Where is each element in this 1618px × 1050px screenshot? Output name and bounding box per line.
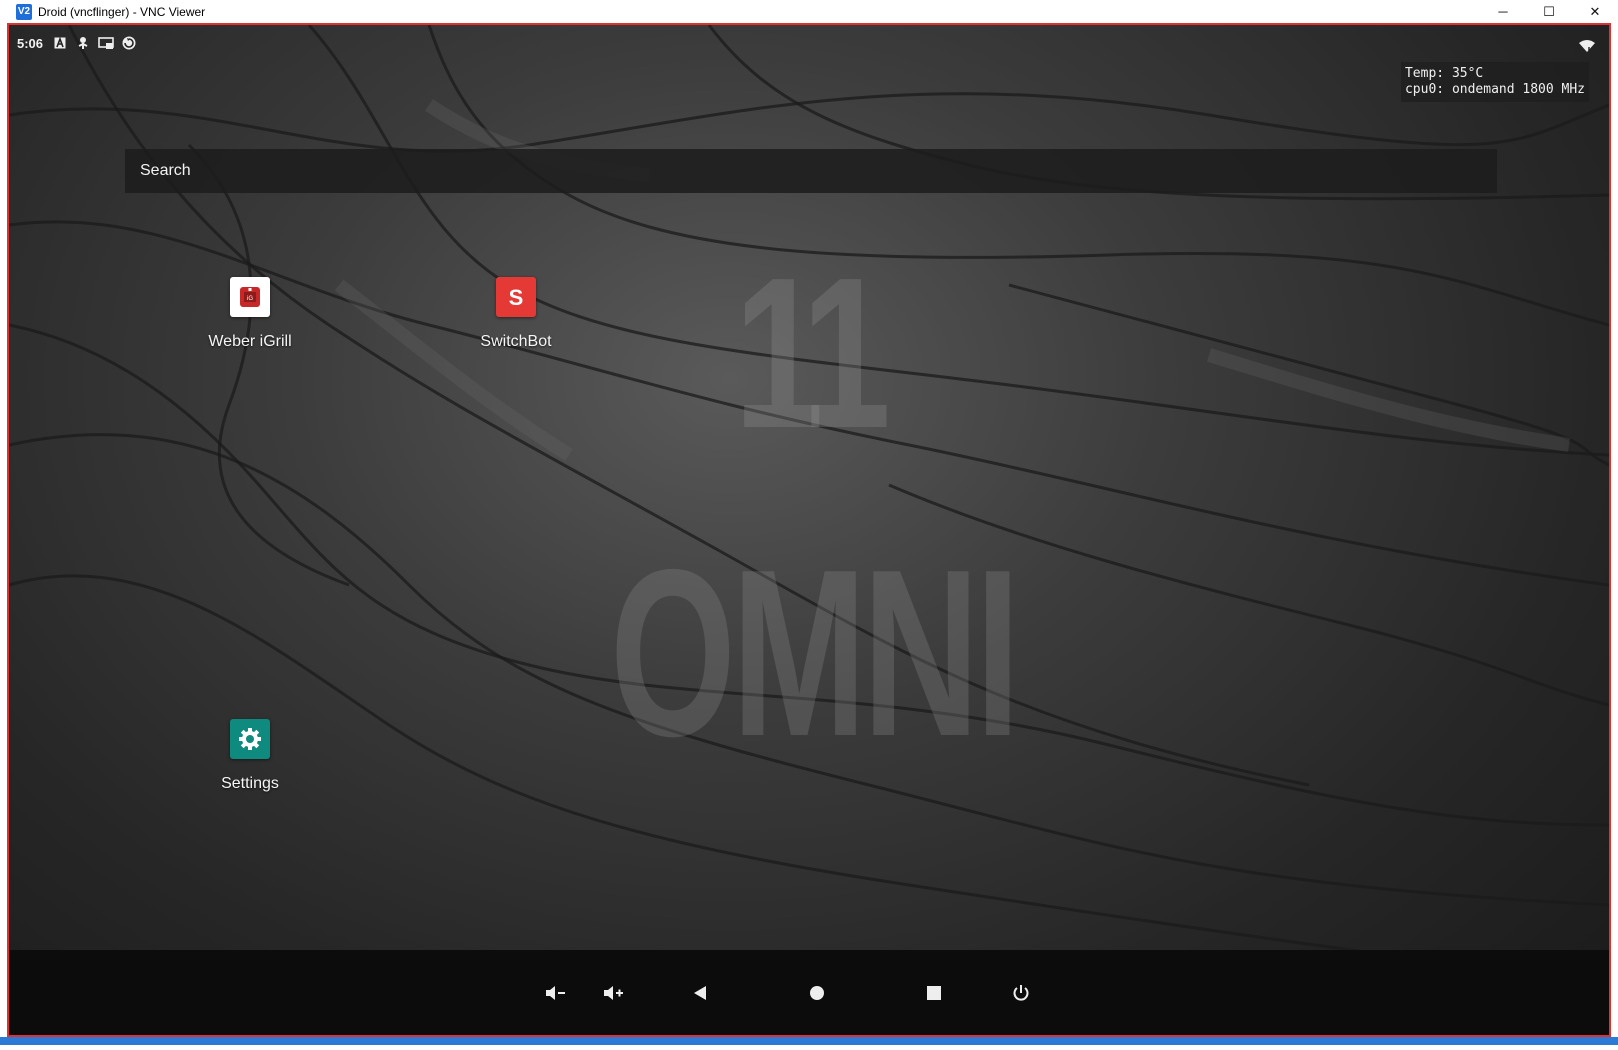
svg-text:iG: iG xyxy=(247,296,253,302)
svg-text:S: S xyxy=(509,285,524,310)
gear-icon[interactable] xyxy=(230,719,270,759)
back-icon[interactable] xyxy=(685,978,715,1008)
vnc-viewer-app-icon: V2 xyxy=(16,3,32,20)
close-button[interactable]: ✕ xyxy=(1572,0,1618,23)
android-status-bar[interactable]: 5:06 xyxy=(9,31,1609,55)
search-input[interactable]: Search xyxy=(125,149,1497,193)
window-title: Droid (vncflinger) - VNC Viewer xyxy=(38,4,206,19)
taskbar-edge xyxy=(0,1037,1618,1045)
switchbot-icon[interactable]: S xyxy=(496,277,536,317)
status-clock: 5:06 xyxy=(17,36,44,51)
app-weber-igrill[interactable]: iG Weber iGrill xyxy=(175,277,325,351)
wifi-icon xyxy=(1579,39,1595,57)
cast-icon xyxy=(98,35,114,51)
usb-debug-icon xyxy=(75,35,91,51)
window-controls: ─ ☐ ✕ xyxy=(1480,0,1618,23)
cpu-line: cpu0: ondemand 1800 MHz xyxy=(1404,82,1585,97)
recents-icon[interactable] xyxy=(919,978,949,1008)
wallpaper-brand-text: OMNI xyxy=(610,521,1020,786)
status-icons xyxy=(52,35,137,51)
cpu-temp-overlay: Temp: 35°C cpu0: ondemand 1800 MHz xyxy=(1400,62,1589,102)
app-switchbot[interactable]: S SwitchBot xyxy=(441,277,591,351)
app-label: Settings xyxy=(221,775,279,792)
app-label: SwitchBot xyxy=(480,333,552,350)
wallpaper-version-text: 11 xyxy=(734,232,891,473)
app-label: Weber iGrill xyxy=(208,333,292,350)
home-icon[interactable] xyxy=(802,978,832,1008)
weber-igrill-icon[interactable]: iG xyxy=(230,277,270,317)
maximize-button[interactable]: ☐ xyxy=(1526,0,1572,23)
minimize-button[interactable]: ─ xyxy=(1480,0,1526,23)
sync-icon xyxy=(121,35,137,51)
remote-screen[interactable]: 11 OMNI 5:06 Temp: 35°C cpu0: ondemand 18… xyxy=(7,23,1611,1037)
android-navigation-bar xyxy=(9,950,1609,1035)
power-icon[interactable] xyxy=(1006,978,1036,1008)
volume-up-icon[interactable] xyxy=(599,978,629,1008)
temp-line: Temp: 35°C xyxy=(1404,66,1484,81)
app-settings[interactable]: Settings xyxy=(175,719,325,793)
volume-down-icon[interactable] xyxy=(541,978,571,1008)
window-title-bar: V2 Droid (vncflinger) - VNC Viewer ─ ☐ ✕ xyxy=(0,0,1618,23)
notification-a-icon xyxy=(52,35,68,51)
host-taskbar-strip xyxy=(0,1037,1618,1050)
